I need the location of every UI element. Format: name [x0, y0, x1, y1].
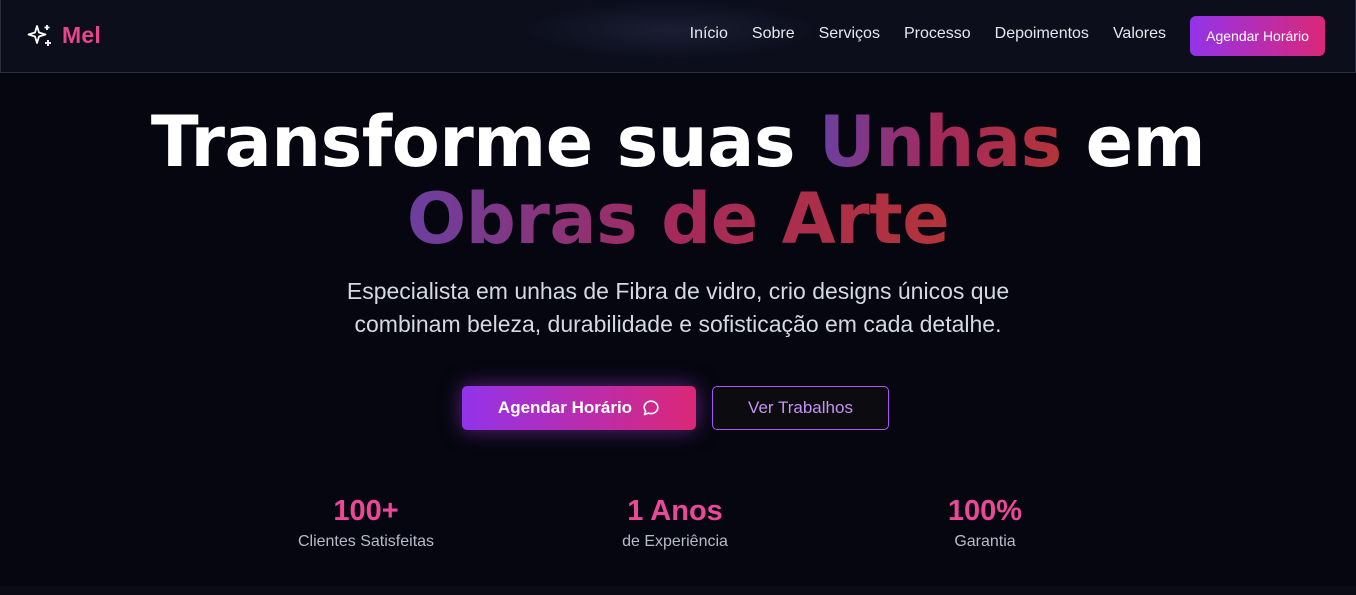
- header-schedule-button[interactable]: Agendar Horário: [1190, 16, 1325, 56]
- brand-name: Mel: [62, 22, 101, 48]
- hero-title: Transforme suas Unhas em Obras de Arte: [0, 104, 1356, 258]
- landing-page: Mel Início Sobre Serviços Processo Depoi…: [0, 0, 1356, 595]
- nav-link-processo[interactable]: Processo: [904, 25, 971, 43]
- stat-guarantee: 100% Garantia: [865, 494, 1105, 551]
- main-nav: Início Sobre Serviços Processo Depoiment…: [666, 25, 1166, 43]
- nav-link-inicio[interactable]: Início: [690, 25, 728, 43]
- nav-link-valores[interactable]: Valores: [1113, 25, 1166, 43]
- stat-label: Clientes Satisfeitas: [297, 533, 435, 550]
- stat-experience: 1 Anos de Experiência: [555, 494, 795, 551]
- schedule-button-label: Agendar Horário: [497, 398, 633, 417]
- stat-value: 100%: [947, 495, 1023, 527]
- schedule-button[interactable]: Agendar Horário: [462, 386, 696, 430]
- hero-title-text: Transforme suas: [150, 101, 819, 183]
- brand-logo[interactable]: Mel: [27, 22, 101, 49]
- section-divider: [0, 586, 1356, 595]
- nav-link-depoimentos[interactable]: Depoimentos: [995, 25, 1089, 43]
- hero-title-text: em: [1061, 101, 1206, 183]
- hero-subtitle: Especialista em unhas de Fibra de vidro,…: [278, 275, 1078, 341]
- hero-title-highlight: Unhas: [818, 101, 1062, 183]
- sparkles-icon: [27, 23, 53, 49]
- nav-link-servicos[interactable]: Serviços: [819, 25, 880, 43]
- hero-subtitle-line: Especialista em unhas de Fibra de vidro,…: [346, 278, 1010, 304]
- stat-label: Garantia: [954, 533, 1016, 550]
- stat-label: de Experiência: [622, 533, 728, 550]
- top-navbar: Mel Início Sobre Serviços Processo Depoi…: [0, 0, 1356, 73]
- view-works-button[interactable]: Ver Trabalhos: [712, 386, 889, 430]
- chat-bubble-icon: [642, 399, 660, 417]
- nav-link-sobre[interactable]: Sobre: [752, 25, 795, 43]
- stat-value: 100+: [333, 495, 399, 527]
- hero-title-highlight: Obras de Arte: [406, 178, 950, 260]
- stat-value: 1 Anos: [627, 495, 723, 527]
- stat-clients: 100+ Clientes Satisfeitas: [246, 494, 486, 551]
- hero-subtitle-line: combinam beleza, durabilidade e sofistic…: [354, 311, 1002, 337]
